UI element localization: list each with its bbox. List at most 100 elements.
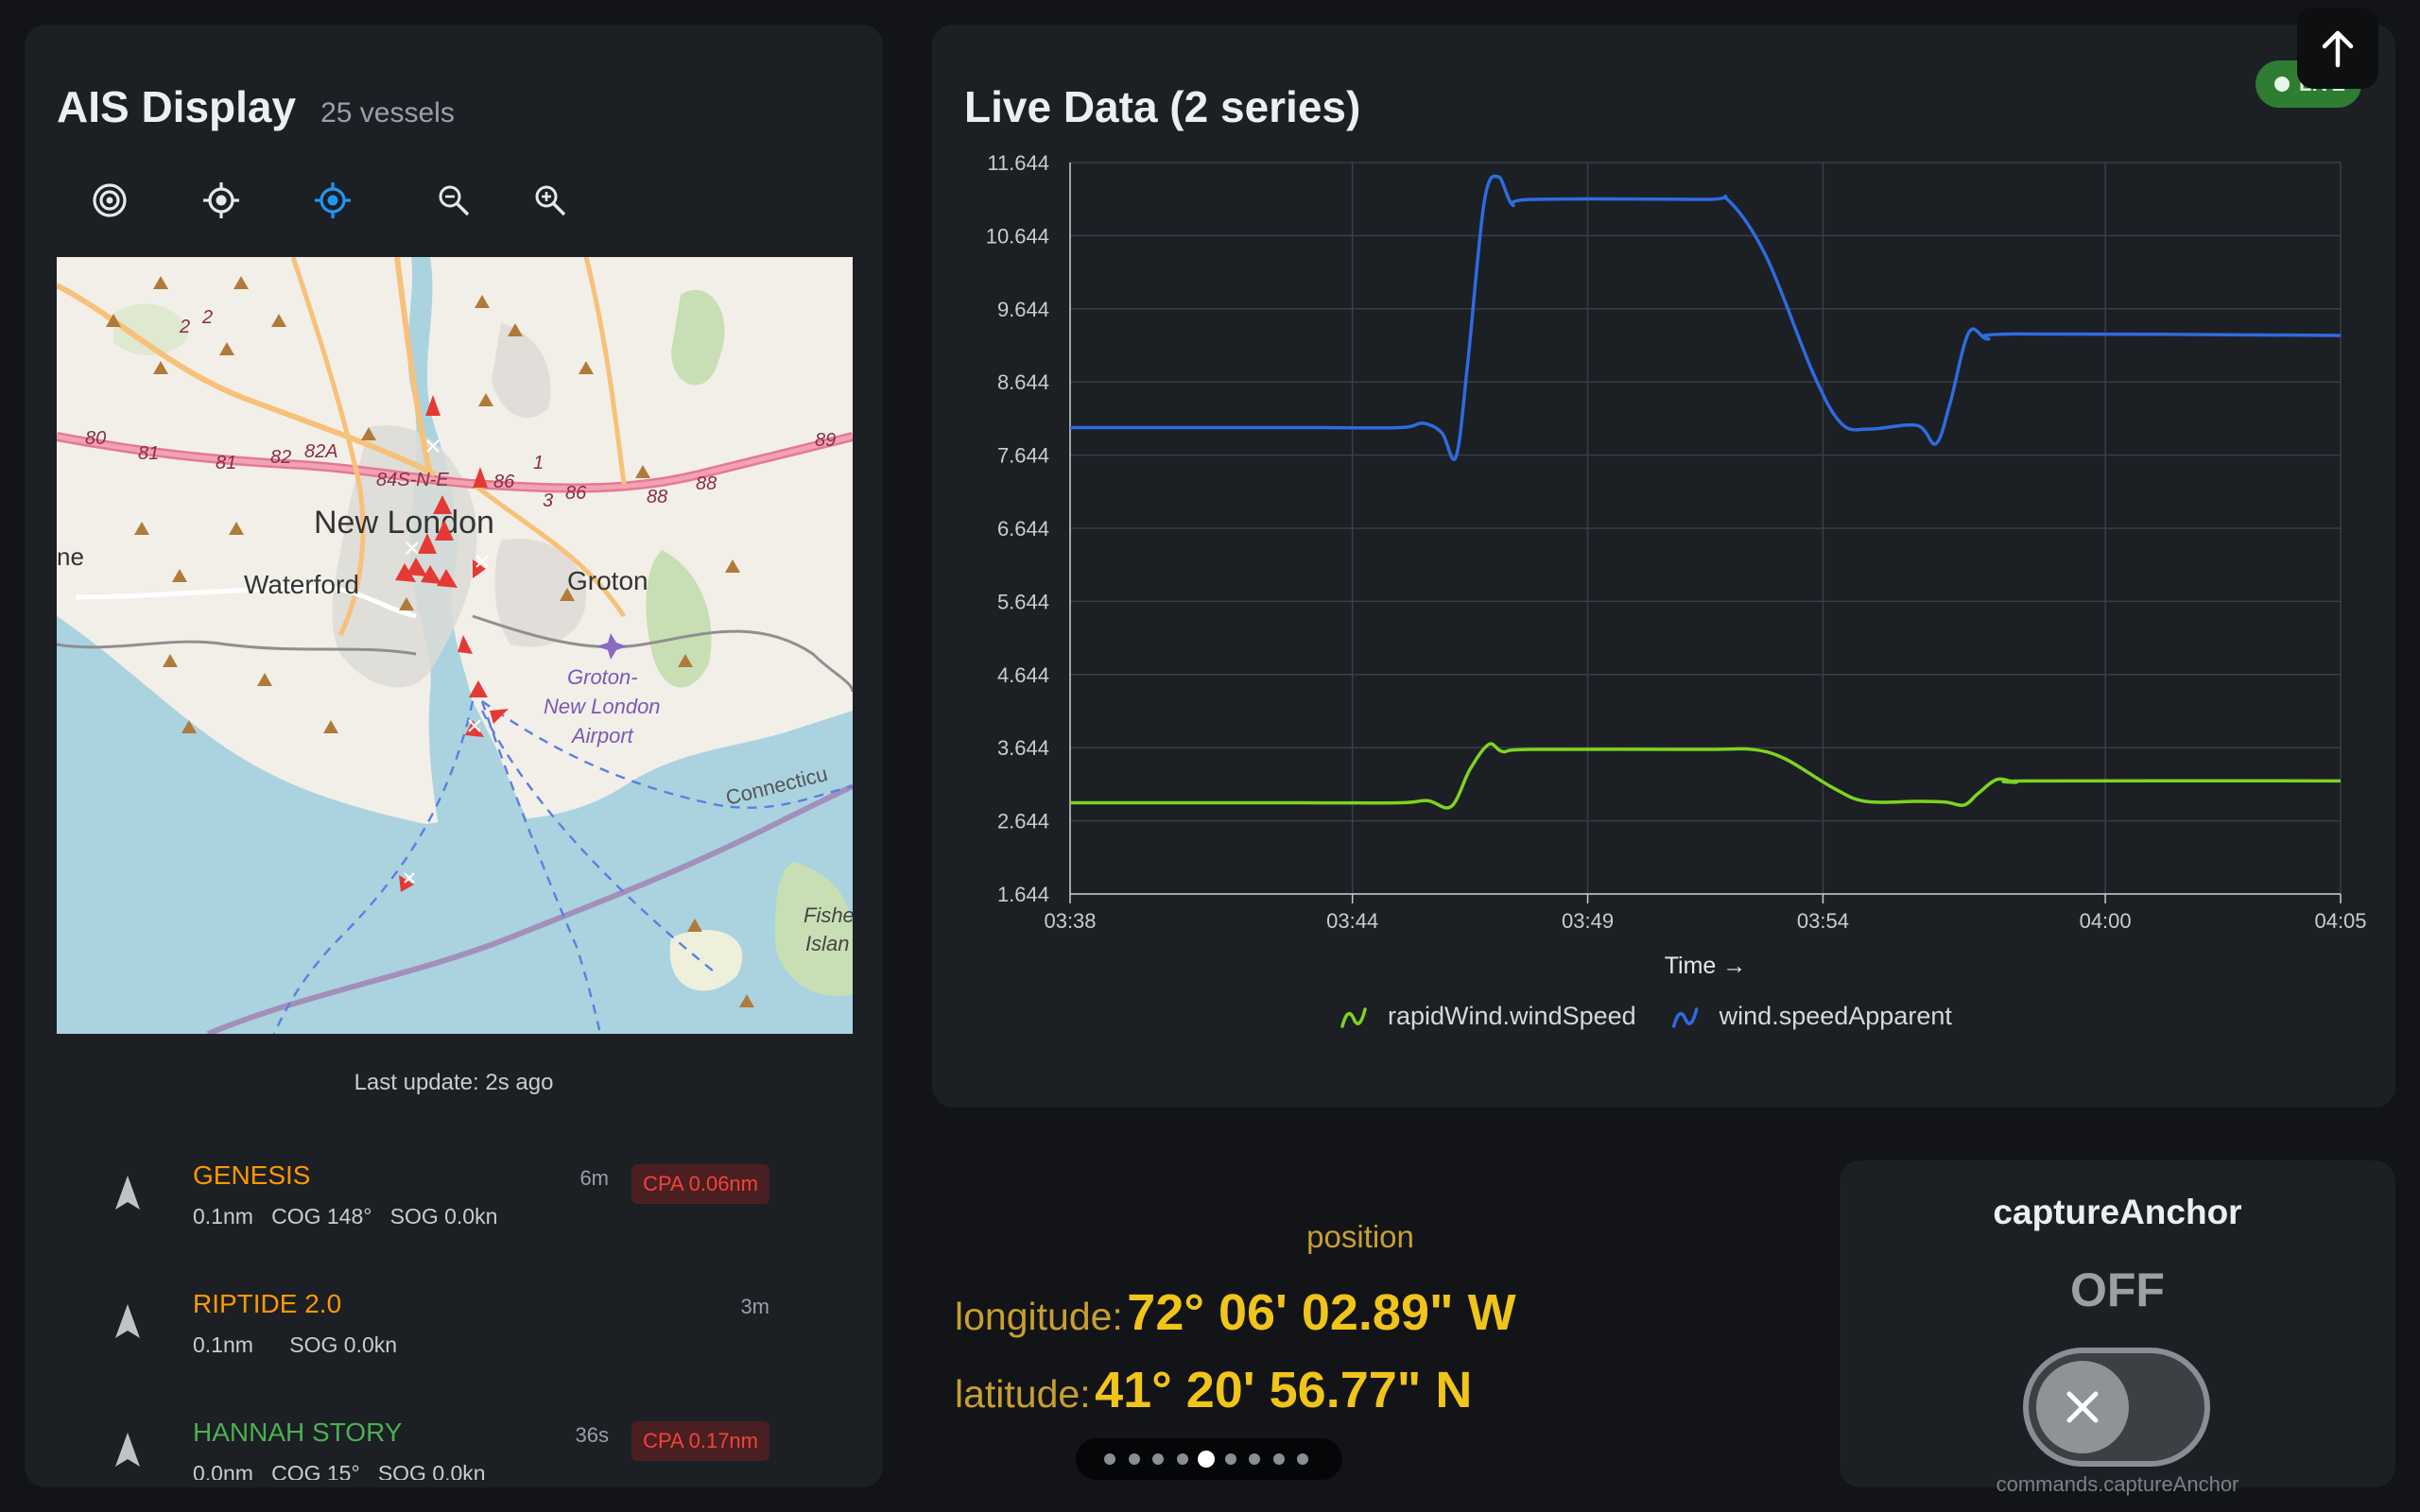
center-button[interactable] [193,172,250,229]
vessel-count: 25 vessels [320,97,455,129]
zoom-in-button[interactable] [522,172,579,229]
close-icon [2066,1391,2099,1423]
follow-button[interactable] [304,172,361,229]
longitude-line: longitude: 72° 06' 02.89" W [955,1283,1516,1342]
map-label-new-london: New London [314,505,494,541]
map-label-groton: Groton [567,566,648,595]
anchor-toggle[interactable] [2023,1348,2210,1467]
page-dot[interactable] [1152,1453,1164,1465]
live-data-panel: Live Data (2 series) LIVE 1.6442.6443.64… [932,25,2395,1108]
scroll-top-button[interactable] [2297,8,2378,89]
series-line [1070,174,2342,461]
vessel-age: 3m [740,1295,769,1318]
cpa-badge: CPA 0.06nm [631,1164,769,1204]
page-dot[interactable] [1198,1451,1215,1468]
map-road-label: 81 [216,453,236,473]
map-canvas: New London Waterford Groton Groton- New … [57,257,853,1034]
vessel-heading-icon [115,1433,140,1467]
cpa-badge: CPA 0.17nm [631,1421,769,1461]
y-tick-label: 11.644 [987,151,1049,175]
y-tick-label: 9.644 [997,298,1049,321]
page-dot[interactable] [1128,1453,1140,1465]
page-dot[interactable] [1249,1453,1260,1465]
map-road-label: 82A [304,441,338,462]
y-tick-label: 2.644 [997,810,1049,833]
last-update: Last update: 2s ago [354,1070,554,1095]
vessel-heading-icon [115,1304,140,1338]
map-label-fishers-1: Fishe [804,903,853,927]
page-indicator [1076,1438,1342,1480]
map-label-airport-3: Airport [570,724,634,747]
zoom-in-icon [535,185,566,216]
zoom-out-button[interactable] [425,172,482,229]
zoom-out-icon [439,185,470,216]
position-title: position [1306,1219,1414,1254]
map-road-label: 1 [533,453,544,473]
page-dot[interactable] [1297,1453,1308,1465]
anchor-title: captureAnchor [1993,1193,2242,1231]
map-label-fishers-2: Islan [805,932,849,955]
follow-icon [315,182,351,218]
y-tick-label: 6.644 [997,517,1049,541]
legend-label: wind.speedApparent [1719,1002,1953,1030]
arrow-up-icon [2322,30,2354,68]
ais-title: AIS Display [57,82,297,131]
vessel-age: 36s [575,1423,609,1447]
map-road-label: 80 [85,428,106,449]
map-road-label: 81 [138,443,159,464]
vessel-heading-icon [115,1176,140,1210]
page-dot[interactable] [1104,1453,1115,1465]
y-tick-label: 3.644 [997,736,1049,760]
anchor-command-path: commands.captureAnchor [1996,1472,2239,1496]
x-tick-label: 03:54 [1797,909,1849,933]
anchor-state: OFF [2070,1263,2165,1316]
line-chart: 1.644 2.644 3.644 4.644 5.644 6.644 7.644 8.644… [986,151,2367,1030]
ais-map[interactable]: New London Waterford Groton Groton- New … [57,257,853,1034]
map-label-edge: ne [57,542,84,571]
map-road-label: 2 [179,317,190,337]
map-road-label: 84S-N-E [376,470,449,490]
vessel-row[interactable]: GENESIS 6m 0.1nm COG 148° SOG 0.0kn CPA … [57,1149,851,1263]
x-tick-label: 03:49 [1562,909,1614,933]
x-tick-label: 04:05 [2314,909,2366,933]
map-road-label: 88 [647,487,667,507]
x-tick-label: 03:38 [1044,909,1096,933]
legend-swatch-icon [1340,1007,1367,1028]
toggle-knob [2036,1361,2129,1453]
legend-label: rapidWind.windSpeed [1388,1002,1636,1030]
page-dot[interactable] [1176,1453,1188,1465]
ais-header: AIS Display 25 vessels [57,81,455,132]
map-road-label: 82 [270,447,291,468]
x-tick-label: 04:00 [2080,909,2132,933]
y-tick-label: 5.644 [997,590,1049,613]
vessel-name: RIPTIDE 2.0 [193,1289,342,1318]
x-tick-label: 03:44 [1326,909,1378,933]
vessel-detail: 0.1nm COG 148° SOG 0.0kn [193,1204,498,1228]
page-dot[interactable] [1272,1453,1285,1465]
radar-button[interactable] [81,172,138,229]
y-tick-label: 10.644 [986,224,1049,248]
x-axis-label: Time → [1665,953,1747,979]
y-tick-label: 4.644 [997,663,1049,687]
vessel-detail: 0.1nm SOG 0.0kn [193,1332,398,1357]
map-road-label: 89 [815,430,836,451]
vessel-row[interactable]: RIPTIDE 2.0 3m 0.1nm SOG 0.0kn [57,1278,851,1391]
page-dot[interactable] [1224,1453,1236,1465]
latitude-line: latitude: 41° 20' 56.77" N [955,1361,1472,1419]
map-road-label: 2 [201,307,213,328]
vessel-age: 6m [579,1166,609,1190]
latitude-value: 41° 20' 56.77" N [1095,1362,1473,1418]
series-line [1070,742,2342,810]
ais-panel: AIS Display 25 vessels New London Waterf… [25,25,883,1487]
latitude-label: latitude: [955,1372,1091,1416]
radar-icon [93,183,127,217]
y-tick-label: 8.644 [997,370,1049,394]
map-label-waterford: Waterford [244,570,359,599]
capture-anchor-panel: captureAnchor OFF commands.captureAnchor [1840,1160,2395,1496]
map-road-label: 86 [565,483,587,504]
longitude-value: 72° 06' 02.89" W [1127,1284,1516,1341]
map-road-label: 86 [493,472,515,492]
vessel-row[interactable]: HANNAH STORY 36s 0.0nm COG 15° SOG 0.0kn… [57,1406,851,1480]
y-tick-label: 7.644 [997,444,1049,468]
map-road-label: 88 [696,473,717,494]
